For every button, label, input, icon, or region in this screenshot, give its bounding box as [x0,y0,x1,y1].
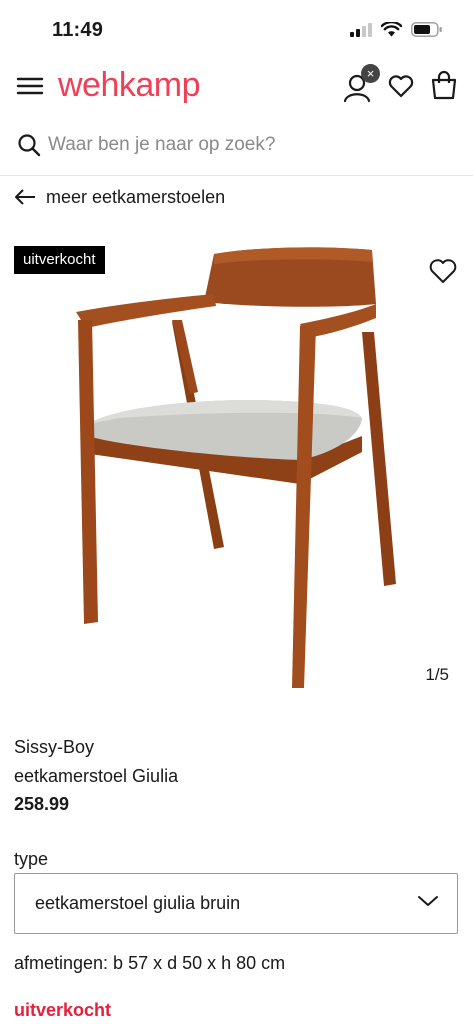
status-time: 11:49 [52,19,104,41]
arrow-left-icon [15,189,35,205]
chevron-down-icon [418,896,438,906]
menu-icon[interactable] [16,72,44,100]
header-divider [0,175,473,176]
back-link[interactable]: meer eetkamerstoelen [14,184,225,210]
search-input[interactable] [48,130,448,160]
wifi-icon [381,22,402,37]
product-brand[interactable]: Sissy-Boy [14,737,94,758]
product-price: 258.99 [14,794,70,814]
type-select[interactable]: eetkamerstoel giulia bruin [14,873,458,934]
availability-status: uitverkocht [14,1000,112,1020]
search-bar [0,122,473,168]
search-icon [18,134,41,157]
signal-icon [350,22,372,37]
bag-icon[interactable] [430,70,458,100]
product-dimensions: afmetingen: b 57 x d 50 x h 80 cm [14,953,286,973]
type-select-value: eetkamerstoel giulia bruin [35,893,241,913]
status-icons [350,22,443,37]
status-bar: 11:49 [0,0,473,62]
image-counter: 1/5 [425,665,449,684]
heart-icon[interactable] [387,72,415,100]
soldout-badge: uitverkocht [14,246,105,274]
heart-icon[interactable] [428,257,458,285]
type-label: type [14,849,49,869]
account-status-badge: × [361,64,380,83]
product-name: eetkamerstoel Giulia [14,766,179,786]
wehkamp-logo[interactable]: wehkamp [58,66,201,105]
back-link-label: meer eetkamerstoelen [46,186,226,207]
product-image[interactable] [0,232,473,702]
battery-icon [411,22,442,37]
app-header: wehkamp × [0,62,473,112]
